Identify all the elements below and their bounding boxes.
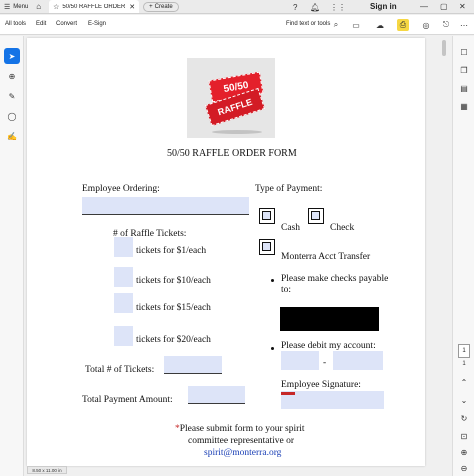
monterra-acct-label: Monterra Acct Transfer [281,252,371,262]
signature-indicator [281,392,295,395]
debit-dash: - [323,358,327,368]
apps-icon[interactable]: ⋮⋮ [330,3,346,12]
type-of-payment-label: Type of Payment: [255,184,323,194]
tickets-15-label: tickets for $15/each [136,303,211,313]
more-options-icon[interactable]: ⋯ [458,19,470,31]
checks-payable-label-2: to: [281,285,292,295]
left-tool-rail: ➤ ⊕ ✎ ◯ ✍ [0,36,24,476]
create-label: Create [154,3,173,10]
bookmarks-icon[interactable]: ❐ [458,64,470,76]
page-down-icon[interactable]: ⌄ [458,394,470,406]
thumbnails-icon[interactable]: ▦ [458,100,470,112]
all-tools-menu[interactable]: All tools [5,21,26,27]
help-icon[interactable]: ? [293,3,297,12]
tickets-1-label: tickets for $1/each [136,246,207,256]
lasso-tool-icon[interactable]: ◯ [4,108,20,124]
employee-ordering-field[interactable] [82,197,249,215]
pen-tool-icon[interactable]: ✎ [4,88,20,104]
rotate-icon[interactable]: ↻ [458,412,470,424]
check-checkbox[interactable] [308,208,324,224]
redacted-payee [280,307,379,331]
tickets-1-field[interactable] [114,237,133,257]
star-icon: ☆ [53,3,60,11]
stamp-tool-icon[interactable]: ✍ [4,128,20,144]
save-icon[interactable]: ▭ [350,19,362,31]
bullet-debit [271,347,274,350]
convert-menu[interactable]: Convert [56,21,77,27]
page-total: 1 [462,361,466,367]
bullet-checks [271,279,274,282]
right-tool-rail: ☐ ❐ ▤ ▦ 1 1 ⌃ ⌄ ↻ ⊡ ⊕ ⊖ [452,36,474,476]
zoom-tool-icon[interactable]: ⊕ [4,68,20,84]
ai-assistant-icon[interactable]: ◎ [420,19,432,31]
maximize-icon[interactable]: ▢ [440,2,448,11]
hamburger-icon: ☰ [4,3,11,11]
monterra-acct-checkbox[interactable] [259,239,275,255]
total-tickets-label: Total # of Tickets: [85,365,155,375]
employee-ordering-label: Employee Ordering: [82,184,160,194]
tickets-10-field[interactable] [114,267,133,287]
total-payment-label: Total Payment Amount: [82,395,173,405]
menu-button[interactable]: ☰ Menu [0,0,32,14]
debit-account-field-1[interactable] [281,351,319,370]
total-payment-field[interactable] [188,386,245,404]
document-tab-title: 50/50 RAFFLE ORDER FORM [62,3,126,10]
fit-page-icon[interactable]: ⊡ [458,430,470,442]
create-button[interactable]: + Create [143,1,179,12]
document-page: 50/50 RAFFLE 50/50 RAFFLE ORDER FORM Emp… [27,38,425,466]
employee-signature-label: Employee Signature: [281,380,361,390]
toolbar: All tools Edit Convert E-Sign Find text … [0,15,474,35]
upload-icon[interactable]: ☁ [374,19,386,31]
plus-icon: + [149,3,153,10]
page-number-input[interactable]: 1 [458,344,470,358]
page-size-indicator: 8.50 x 11.00 in [27,466,67,474]
edit-menu[interactable]: Edit [36,21,46,27]
esign-menu[interactable]: E-Sign [88,21,106,27]
window-close-icon[interactable]: ✕ [459,2,466,11]
home-icon: ⌂ [36,2,42,11]
page-up-icon[interactable]: ⌃ [458,376,470,388]
cash-checkbox[interactable] [259,208,275,224]
form-title: 50/50 RAFFLE ORDER FORM [167,148,297,159]
scroll-thumb[interactable] [442,40,446,56]
email-link[interactable]: spirit@monterra.org [204,448,281,458]
document-tab[interactable]: ☆ 50/50 RAFFLE ORDER FORM ✕ [49,0,140,13]
submit-instructions-line-2: committee representative or [188,436,295,446]
menu-label: Menu [13,3,29,10]
debit-account-field-2[interactable] [333,351,383,370]
tickets-20-label: tickets for $20/each [136,335,211,345]
minimize-icon[interactable]: — [420,2,428,11]
zoom-out-icon[interactable]: ⊖ [458,462,470,474]
home-button[interactable]: ⌂ [32,0,45,14]
logo-shadow [212,130,262,134]
notifications-icon[interactable]: 🔔︎ [310,3,320,12]
attachments-icon[interactable]: ▤ [458,82,470,94]
comment-icon[interactable]: ☐ [458,46,470,58]
find-text-field[interactable]: Find text or tools [286,21,330,27]
close-icon[interactable]: ✕ [129,3,135,11]
sign-in-button[interactable]: Sign in [370,2,397,11]
share-icon[interactable]: ⎋ [440,19,452,31]
cash-label: Cash [281,223,300,233]
employee-signature-field[interactable] [281,391,384,409]
total-tickets-field[interactable] [164,356,222,374]
submit-instructions-line-1: *Please submit form to your spirit [175,424,305,434]
select-tool-icon[interactable]: ➤ [4,48,20,64]
check-label: Check [330,223,355,233]
checks-payable-label-1: Please make checks payable [281,274,389,284]
submit-text-1: Please submit form to your spirit [179,424,305,434]
tab-bar: ☰ Menu ⌂ ☆ 50/50 RAFFLE ORDER FORM ✕ + C… [0,0,474,14]
vertical-scrollbar[interactable] [441,38,447,466]
tickets-15-field[interactable] [114,293,133,313]
tickets-10-label: tickets for $10/each [136,276,211,286]
zoom-in-icon[interactable]: ⊕ [458,446,470,458]
debit-account-label: Please debit my account: [281,341,376,351]
search-icon[interactable]: ⌕ [330,19,342,31]
tickets-20-field[interactable] [114,326,133,346]
print-icon[interactable]: ⎙ [397,19,409,31]
